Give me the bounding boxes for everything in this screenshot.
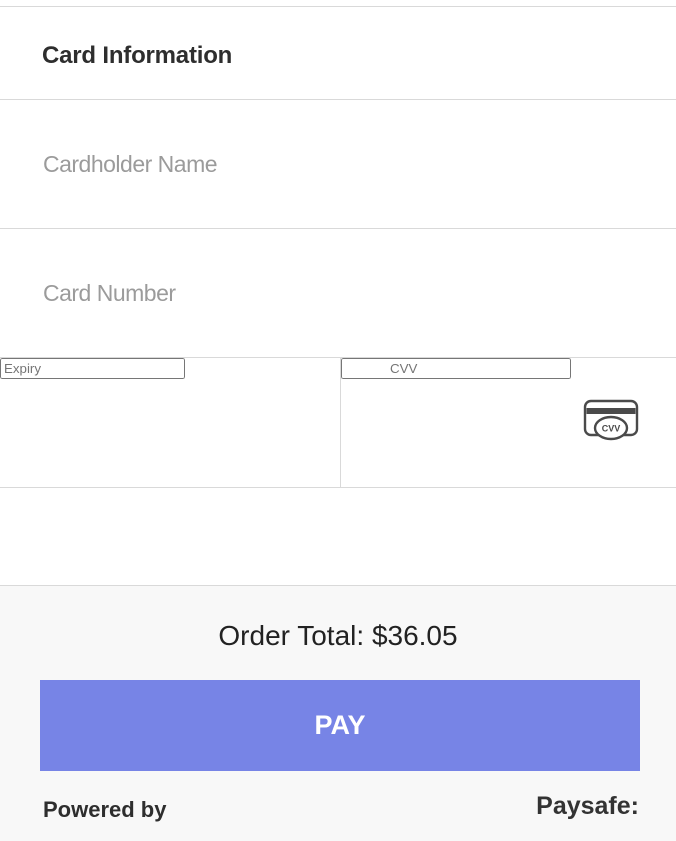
card-number-row [0,229,676,357]
cvv-card-icon: CVV [583,399,639,441]
cardholder-name-input[interactable] [0,100,676,228]
cvv-cell: CVV [341,358,676,487]
expiry-cell [0,358,340,487]
expiry-cvv-row: CVV [0,358,676,487]
powered-by-label: Powered by [43,797,167,822]
paysafe-logo: Paysafe: [536,792,639,820]
cvv-icon-text: CVV [602,424,621,434]
top-divider [0,6,676,7]
order-footer: Order Total: $36.05 PAY Powered by Paysa… [0,586,676,841]
divider [0,487,676,488]
cvv-input[interactable] [341,358,571,379]
card-number-input[interactable] [0,229,676,357]
payment-form: Card Information CVV Order Total: $36.05… [0,0,676,841]
cardholder-name-row [0,100,676,228]
pay-button[interactable]: PAY [40,680,640,771]
card-information-title: Card Information [42,42,233,69]
expiry-input[interactable] [0,358,185,379]
order-total: Order Total: $36.05 [218,620,458,651]
